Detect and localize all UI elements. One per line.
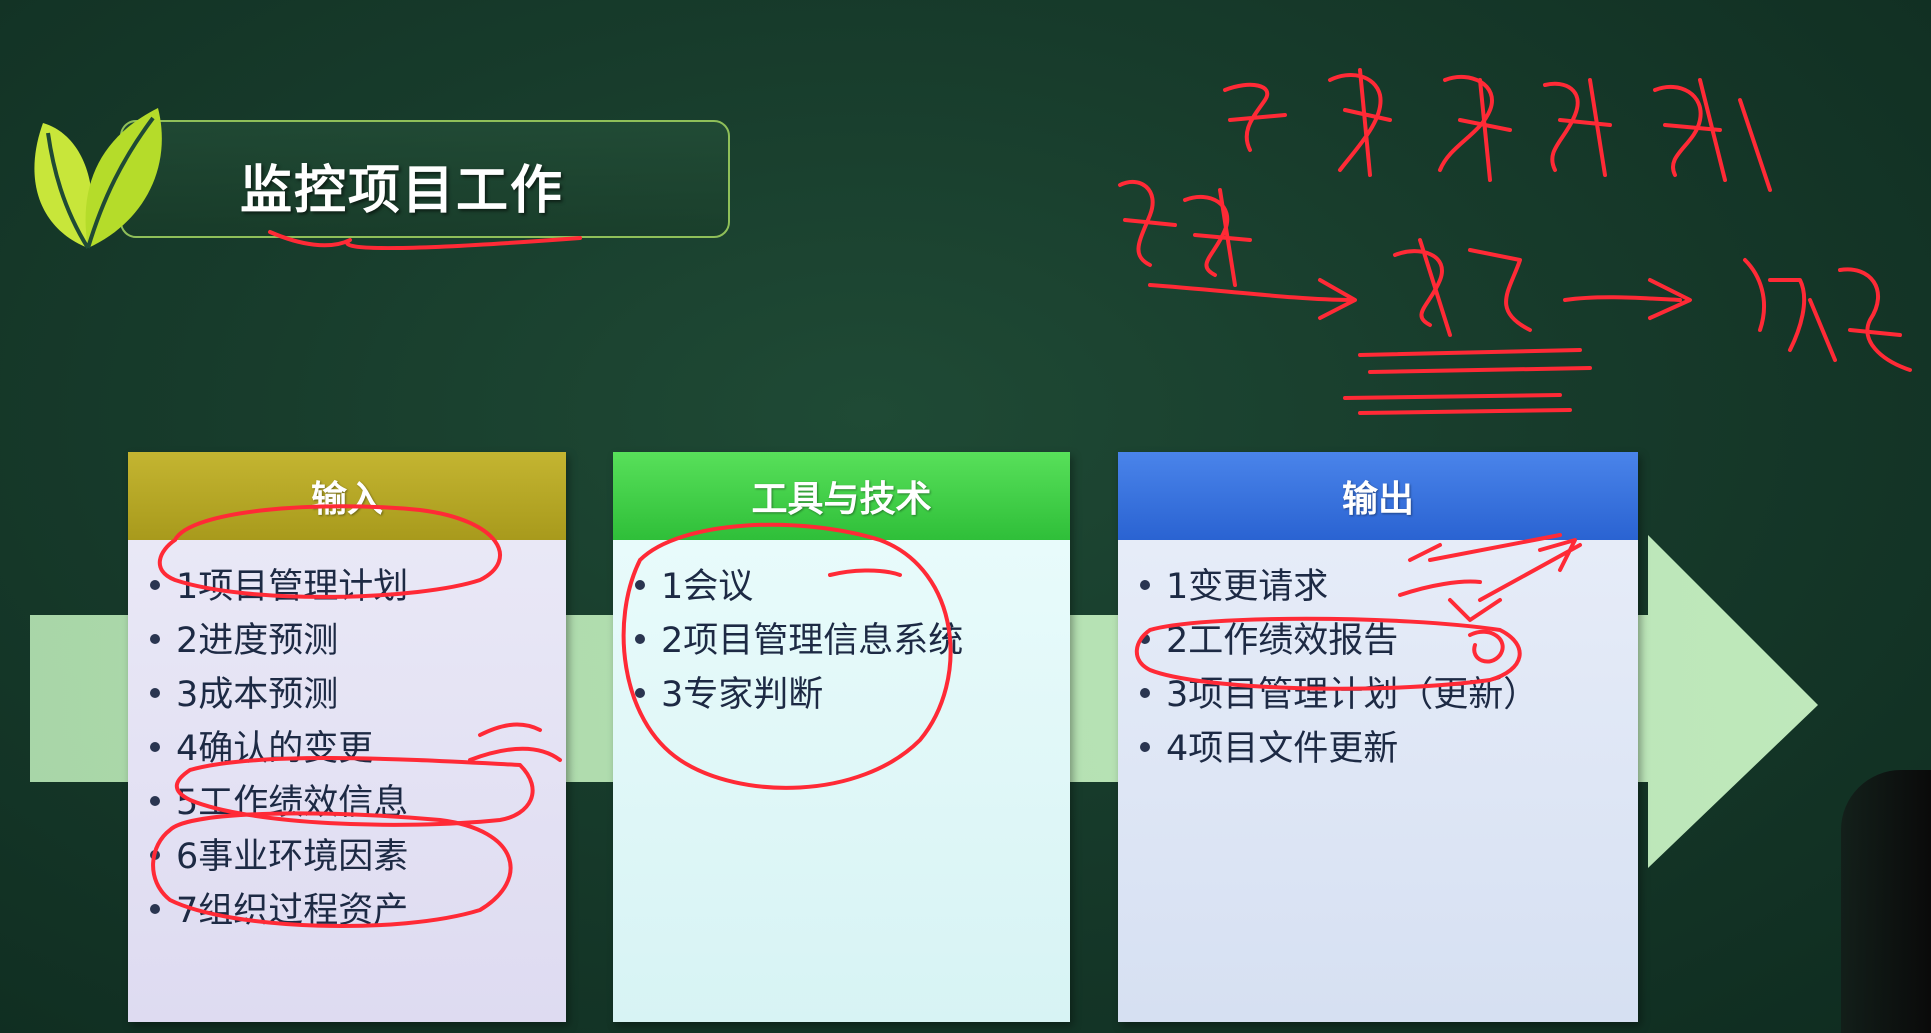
list-item: 2进度预测	[150, 614, 566, 668]
bullet-icon	[150, 850, 160, 860]
bullet-icon	[150, 796, 160, 806]
list-item: 3项目管理计划（更新）	[1140, 668, 1638, 722]
list-item: 2项目管理信息系统	[635, 614, 1070, 668]
list-item: 1项目管理计划	[150, 560, 566, 614]
presenter-silhouette	[1841, 770, 1931, 1033]
list-item: 1变更请求	[1140, 560, 1638, 614]
tools-column: 工具与技术 1会议 2项目管理信息系统 3专家判断	[613, 452, 1070, 1022]
output-column: 输出 1变更请求 2工作绩效报告 3项目管理计划（更新） 4项目文件更新	[1118, 452, 1638, 1022]
list-item: 4确认的变更	[150, 722, 566, 776]
list-item: 5工作绩效信息	[150, 776, 566, 830]
input-list: 1项目管理计划 2进度预测 3成本预测 4确认的变更 5工作绩效信息 6事业环境…	[128, 540, 566, 1022]
list-item: 7组织过程资产	[150, 884, 566, 938]
bullet-icon	[150, 904, 160, 914]
list-item: 2工作绩效报告	[1140, 614, 1638, 668]
output-list: 1变更请求 2工作绩效报告 3项目管理计划（更新） 4项目文件更新	[1118, 540, 1638, 1022]
bullet-icon	[1140, 742, 1150, 752]
bullet-icon	[150, 742, 160, 752]
bullet-icon	[635, 688, 645, 698]
list-item: 1会议	[635, 560, 1070, 614]
bullet-icon	[1140, 580, 1150, 590]
leaf-logo-icon	[34, 108, 162, 250]
bullet-icon	[1140, 688, 1150, 698]
bullet-icon	[1140, 634, 1150, 644]
list-item: 6事业环境因素	[150, 830, 566, 884]
list-item: 3成本预测	[150, 668, 566, 722]
input-header: 输入	[128, 452, 566, 540]
tools-list: 1会议 2项目管理信息系统 3专家判断	[613, 540, 1070, 1022]
tools-header: 工具与技术	[613, 452, 1070, 540]
bullet-icon	[635, 634, 645, 644]
list-item: 3专家判断	[635, 668, 1070, 722]
bullet-icon	[150, 688, 160, 698]
output-header: 输出	[1118, 452, 1638, 540]
bullet-icon	[150, 634, 160, 644]
list-item: 4项目文件更新	[1140, 722, 1638, 776]
page-title: 监控项目工作	[240, 161, 565, 221]
input-column: 输入 1项目管理计划 2进度预测 3成本预测 4确认的变更 5工作绩效信息 6事…	[128, 452, 566, 1022]
bullet-icon	[150, 580, 160, 590]
bullet-icon	[635, 580, 645, 590]
